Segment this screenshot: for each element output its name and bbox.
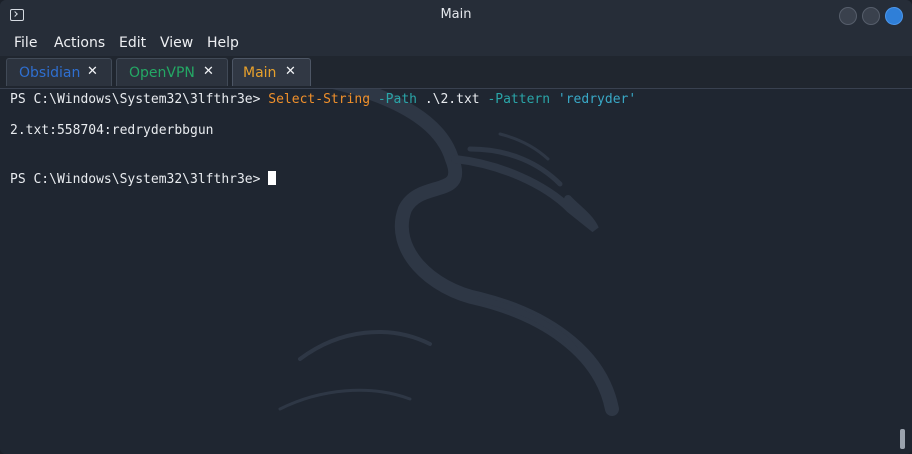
text-cursor (268, 171, 277, 185)
command-name: Select-String (268, 92, 371, 107)
scrollbar-handle[interactable] (900, 429, 905, 449)
menu-edit[interactable]: Edit (119, 35, 146, 51)
pattern-argument: 'redryder' (557, 92, 637, 107)
menu-view[interactable]: View (160, 35, 193, 51)
tab-label: OpenVPN (129, 65, 195, 81)
output-line: 2.txt:558704:redryderbbgun (10, 123, 214, 138)
pattern-parameter: -Pattern (487, 92, 551, 107)
window-title: Main (440, 7, 472, 22)
terminal-window: Main File Actions Edit View Help Obsidia… (0, 0, 912, 454)
menu-file[interactable]: File (14, 35, 37, 51)
close-tab-icon[interactable]: ✕ (203, 64, 214, 79)
path-argument: .\2.txt (417, 92, 488, 107)
maximize-button[interactable] (862, 7, 880, 25)
prompt-text: PS C:\Windows\System32\3lfthr3e> (10, 92, 269, 107)
menu-actions[interactable]: Actions (54, 35, 105, 51)
title-bar[interactable]: Main (0, 0, 912, 32)
tab-label: Main (243, 65, 277, 81)
prompt-text: PS C:\Windows\System32\3lfthr3e> (10, 172, 269, 187)
tab-bar: Obsidian ✕ OpenVPN ✕ Main ✕ (0, 56, 912, 89)
tab-main[interactable]: Main ✕ (232, 58, 311, 86)
terminal-output-area[interactable]: PS C:\Windows\System32\3lfthr3e> Select-… (0, 89, 912, 454)
close-window-button[interactable] (885, 7, 903, 25)
kali-dragon-watermark (278, 89, 619, 416)
path-parameter: -Path (377, 92, 417, 107)
current-prompt-line[interactable]: PS C:\Windows\System32\3lfthr3e> (10, 171, 277, 187)
menu-bar: File Actions Edit View Help (0, 32, 912, 56)
tab-label: Obsidian (19, 65, 81, 81)
menu-help[interactable]: Help (207, 35, 239, 51)
minimize-button[interactable] (839, 7, 857, 25)
tab-obsidian[interactable]: Obsidian ✕ (6, 58, 112, 86)
command-line: PS C:\Windows\System32\3lfthr3e> Select-… (10, 92, 636, 107)
close-tab-icon[interactable]: ✕ (87, 64, 98, 79)
close-tab-icon[interactable]: ✕ (285, 64, 296, 79)
tab-openvpn[interactable]: OpenVPN ✕ (116, 58, 228, 86)
